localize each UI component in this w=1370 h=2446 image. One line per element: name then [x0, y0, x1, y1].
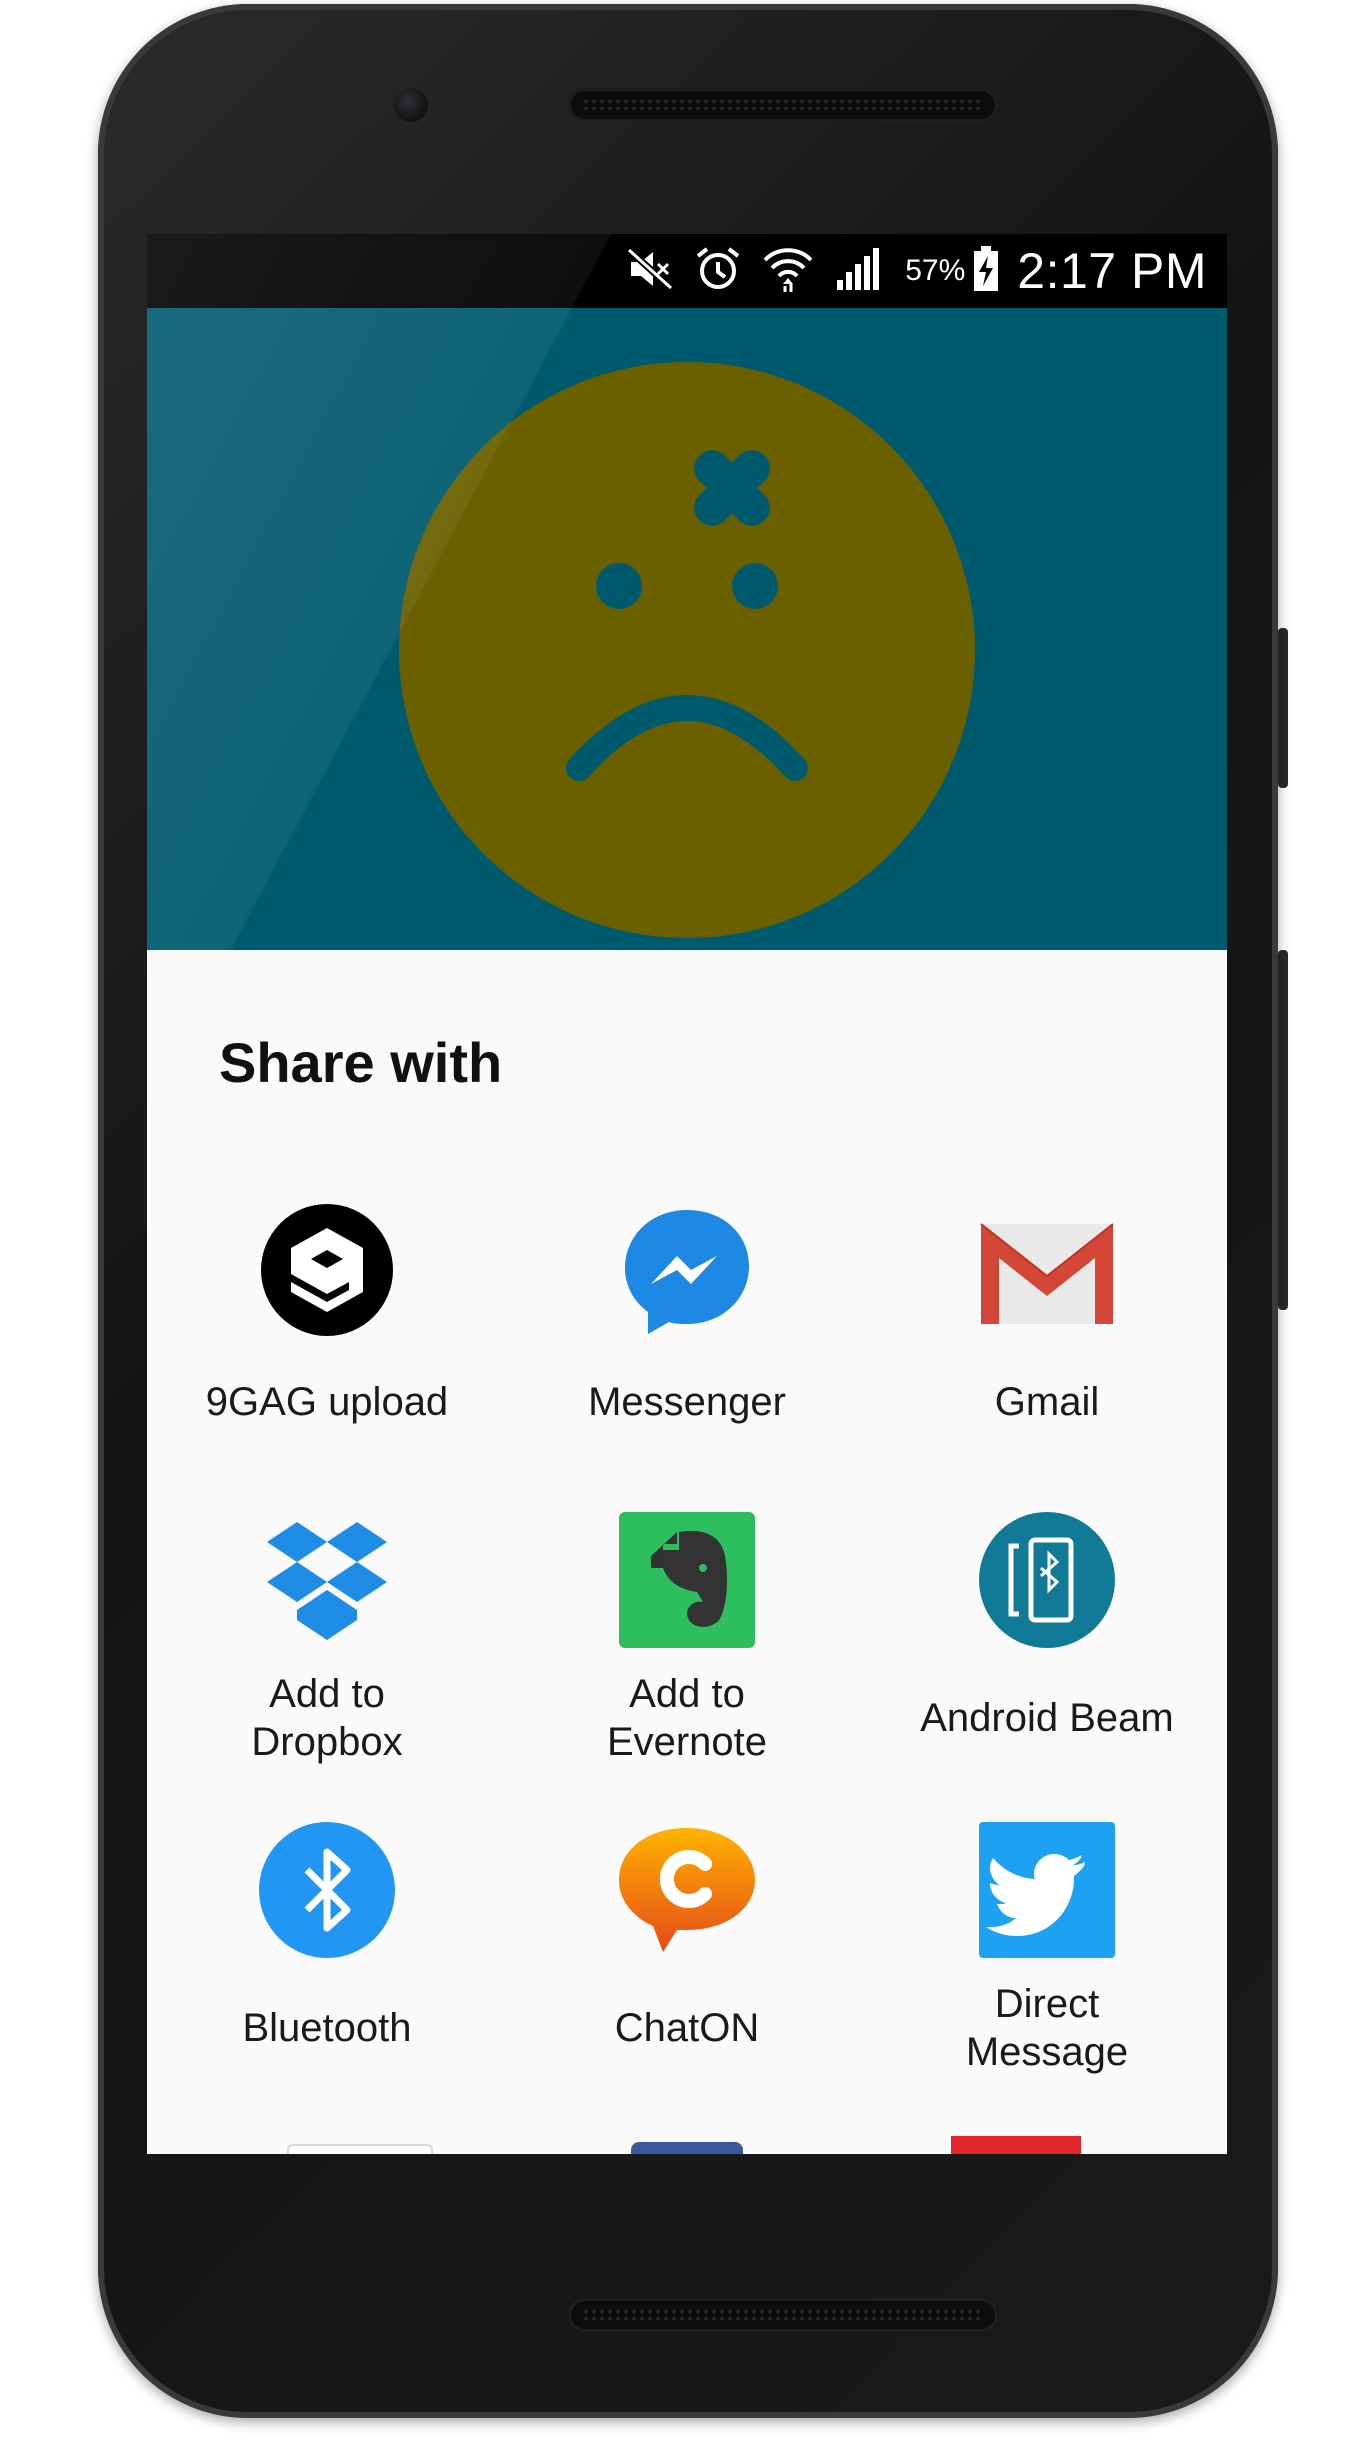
- app-content: [147, 308, 1227, 950]
- share-target-gmail[interactable]: Gmail: [867, 1200, 1227, 1450]
- sad-face-with-bandage-icon: [399, 362, 975, 938]
- wifi-icon: [761, 244, 815, 299]
- share-target-label: Android Beam: [920, 1696, 1174, 1740]
- partial-app-icon[interactable]: [287, 2144, 433, 2154]
- share-target-label: Add to Dropbox: [251, 1672, 403, 1764]
- share-target-label: Direct Message: [965, 1982, 1129, 2074]
- share-sheet-title: Share with: [219, 1031, 503, 1094]
- battery-charging-icon: [971, 244, 1001, 299]
- volume-button[interactable]: [1278, 950, 1288, 1310]
- share-target-label: Add to Evernote: [606, 1672, 768, 1764]
- share-target-bluetooth[interactable]: Bluetooth: [147, 1820, 507, 2080]
- battery-percent: 57%: [905, 254, 966, 287]
- share-target-label: ChatON: [614, 2006, 760, 2050]
- gmail-icon: [977, 1200, 1117, 1340]
- share-target-label: Gmail: [994, 1380, 1100, 1424]
- alarm-icon: [693, 244, 743, 299]
- evernote-icon: [617, 1510, 757, 1650]
- share-target-label: Bluetooth: [242, 2006, 412, 2050]
- share-target-android-beam[interactable]: Android Beam: [867, 1510, 1227, 1790]
- clock: 2:17 PM: [1017, 243, 1207, 299]
- chaton-icon: [617, 1820, 757, 1960]
- android-beam-icon: [977, 1510, 1117, 1650]
- share-target-label: Messenger: [588, 1380, 786, 1424]
- share-target-chaton[interactable]: ChatON: [507, 1820, 867, 2080]
- share-target-label: 9GAG upload: [205, 1380, 449, 1424]
- share-target-evernote[interactable]: Add to Evernote: [507, 1510, 867, 1790]
- share-target-9gag[interactable]: 9GAG upload: [147, 1200, 507, 1450]
- status-bar: 57% 2:17 PM: [147, 234, 1227, 308]
- messenger-icon: [617, 1200, 757, 1340]
- twitter-icon: [977, 1820, 1117, 1960]
- top-speaker-grille: [568, 88, 998, 122]
- share-target-direct-message[interactable]: Direct Message: [867, 1820, 1227, 2080]
- bottom-speaker-grille: [568, 2298, 998, 2332]
- share-sheet: Share with 9GAG upload Messenger Gmail A…: [147, 950, 1227, 2154]
- red-app-icon[interactable]: [951, 2136, 1081, 2154]
- 9gag-icon: [257, 1200, 397, 1340]
- bluetooth-icon: [257, 1820, 397, 1960]
- mute-icon: [625, 244, 675, 299]
- screen: 57% 2:17 PM Share with 9GAG upload Messe…: [147, 234, 1227, 2154]
- dropbox-icon: [257, 1510, 397, 1650]
- signal-icon: [833, 244, 883, 299]
- share-target-dropbox[interactable]: Add to Dropbox: [147, 1510, 507, 1790]
- share-target-messenger[interactable]: Messenger: [507, 1200, 867, 1450]
- power-button[interactable]: [1278, 628, 1288, 788]
- front-camera: [394, 88, 428, 122]
- facebook-icon[interactable]: [631, 2142, 743, 2154]
